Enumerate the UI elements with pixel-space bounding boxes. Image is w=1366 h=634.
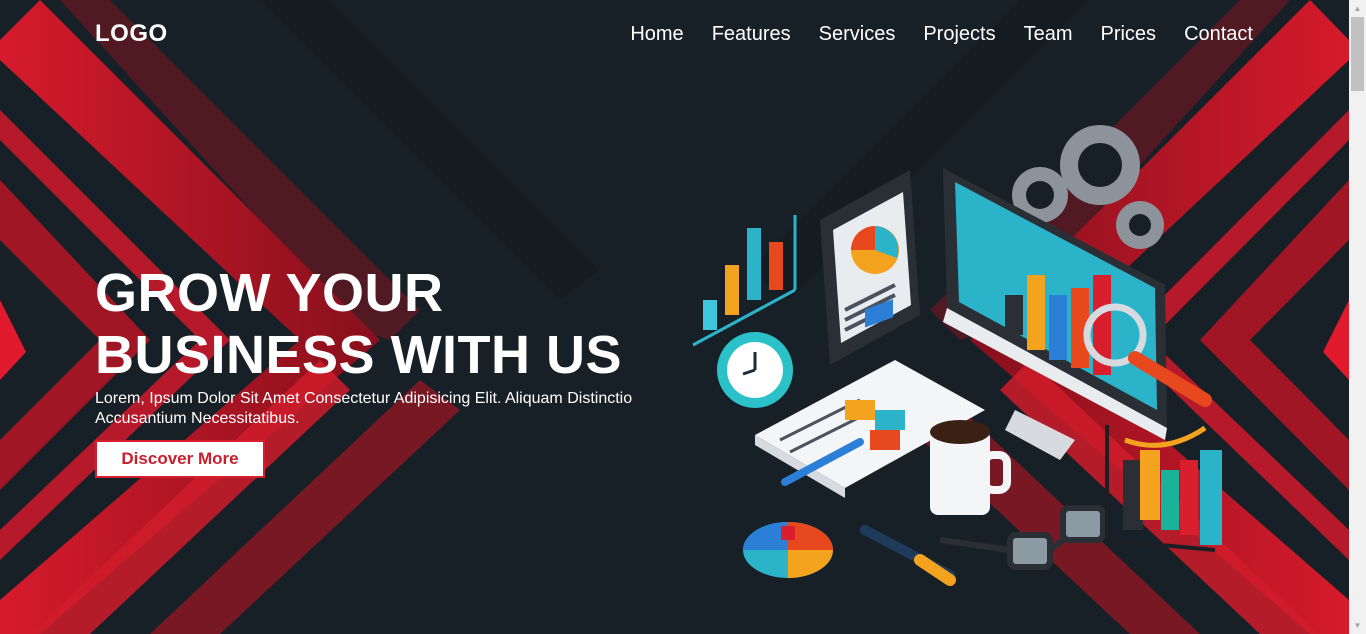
headline-line-2: BUSINESS WITH US <box>95 325 623 385</box>
discover-more-button[interactable]: Discover More <box>95 440 265 478</box>
nav-prices[interactable]: Prices <box>1100 22 1156 46</box>
nav-services[interactable]: Services <box>819 22 896 46</box>
headline-line-1: GROW YOUR <box>95 263 444 323</box>
monitor-icon <box>943 168 1212 460</box>
main-nav: Home Features Services Projects Team Pri… <box>602 22 1253 46</box>
logo[interactable]: LOGO <box>95 20 168 48</box>
nav-team[interactable]: Team <box>1024 22 1073 46</box>
clock-icon <box>717 332 793 408</box>
fountain-pen-icon <box>860 525 956 586</box>
floating-bar-chart <box>692 215 797 347</box>
hero-section: LOGO Home Features Services Projects Tea… <box>0 0 1349 634</box>
scrollbar-thumb[interactable] <box>1351 17 1364 91</box>
bar-chart-icon <box>1105 425 1222 552</box>
nav-contact[interactable]: Contact <box>1184 22 1253 46</box>
arrow-down-icon[interactable]: ▼ <box>1349 617 1366 634</box>
nav-home[interactable]: Home <box>630 22 683 46</box>
arrow-up-icon[interactable]: ▲ <box>1349 0 1366 17</box>
tablet-icon <box>820 170 920 365</box>
coffee-mug-icon <box>930 420 1011 515</box>
glasses-icon <box>939 505 1106 570</box>
business-analytics-illustration <box>692 125 1222 586</box>
pie-chart-icon <box>743 522 833 578</box>
vertical-scrollbar[interactable]: ▲ ▼ <box>1349 0 1366 634</box>
navbar: LOGO Home Features Services Projects Tea… <box>0 0 1349 68</box>
hero-subtitle: Lorem, Ipsum Dolor Sit Amet Consectetur … <box>95 390 633 427</box>
nav-features[interactable]: Features <box>712 22 791 46</box>
nav-projects[interactable]: Projects <box>923 22 995 46</box>
hero-headline: GROW YOUR BUSINESS WITH US <box>95 262 622 386</box>
